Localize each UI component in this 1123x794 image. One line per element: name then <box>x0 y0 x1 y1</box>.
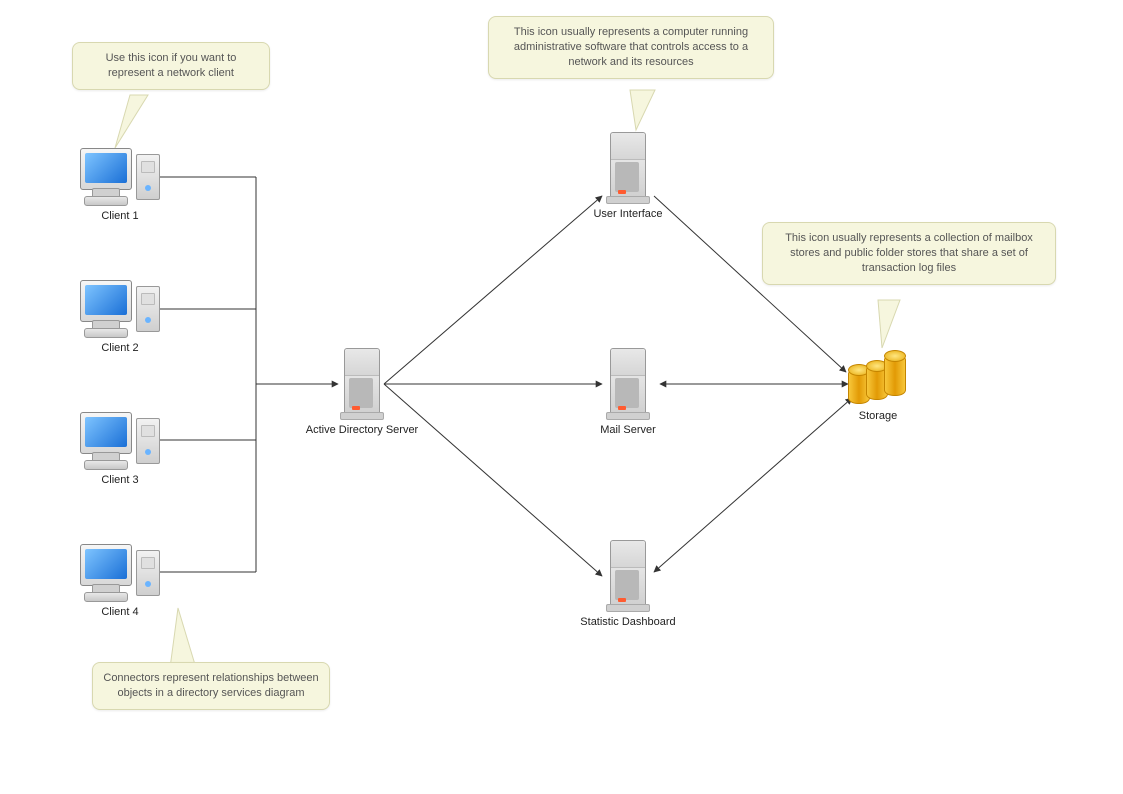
node-label-storage: Storage <box>850 410 906 422</box>
node-label-user-interface: User Interface <box>582 208 674 220</box>
node-label-client4: Client 4 <box>82 606 158 618</box>
callout-text: This icon usually represents a computer … <box>514 26 748 68</box>
callout-client-tip: Use this icon if you want to represent a… <box>72 42 270 90</box>
node-label-statistic-dashboard: Statistic Dashboard <box>566 616 690 628</box>
node-label-mail-server: Mail Server <box>592 424 664 436</box>
callout-connector-tip: Connectors represent relationships betwe… <box>92 662 330 710</box>
callout-text: Use this icon if you want to represent a… <box>106 52 237 79</box>
callout-text: Connectors represent relationships betwe… <box>103 672 318 699</box>
node-label-client3: Client 3 <box>82 474 158 486</box>
client-computer-icon <box>80 148 160 206</box>
server-icon <box>606 540 648 612</box>
node-label-client1: Client 1 <box>82 210 158 222</box>
server-icon <box>606 348 648 420</box>
server-icon <box>340 348 382 420</box>
server-icon <box>606 132 648 204</box>
client-computer-icon <box>80 544 160 602</box>
node-label-client2: Client 2 <box>82 342 158 354</box>
node-label-ad-server: Active Directory Server <box>296 424 428 436</box>
callout-ui-tip: This icon usually represents a computer … <box>488 16 774 79</box>
client-computer-icon <box>80 280 160 338</box>
storage-icon <box>848 354 908 404</box>
callout-text: This icon usually represents a collectio… <box>785 232 1033 274</box>
callout-storage-tip: This icon usually represents a collectio… <box>762 222 1056 285</box>
client-computer-icon <box>80 412 160 470</box>
